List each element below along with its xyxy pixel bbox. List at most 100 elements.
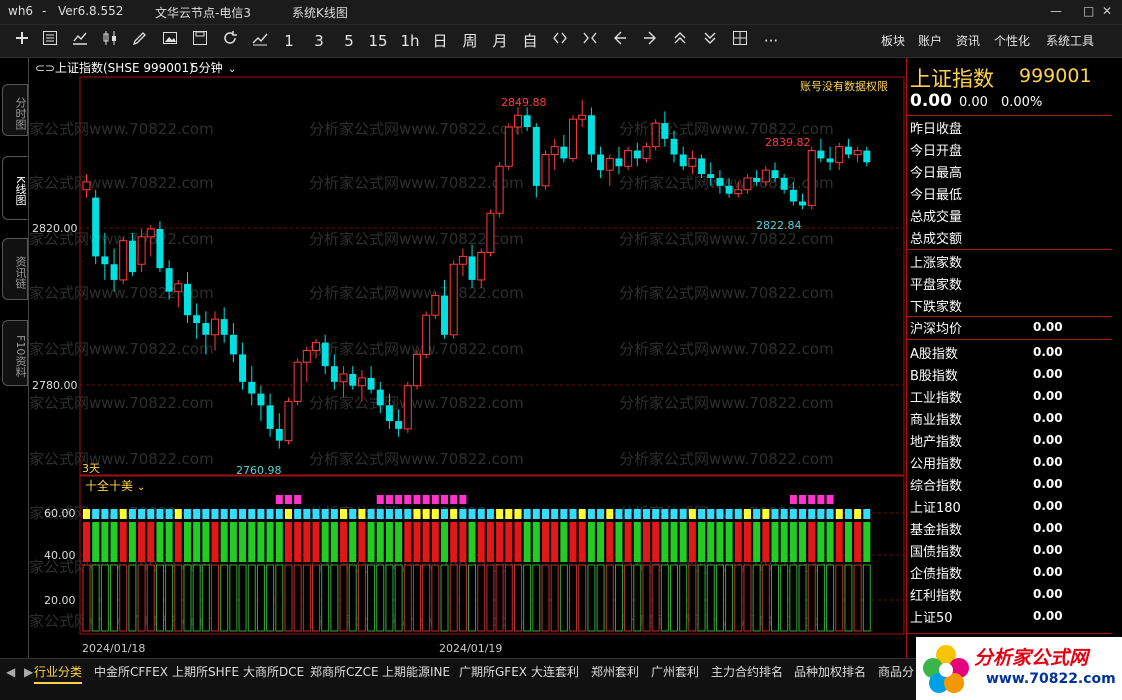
field-open: 今日开盘 <box>910 144 963 159</box>
indicator-bar-top <box>83 509 90 519</box>
indicator-bar-low <box>293 564 302 632</box>
indicator-bar-mid <box>156 522 164 562</box>
indicator-bar-top <box>505 509 513 519</box>
candle <box>330 366 338 382</box>
more-button[interactable]: ··· <box>760 29 782 53</box>
tab-dalian-arb[interactable]: 大连套利 <box>531 662 579 682</box>
indicator-chevron-icon[interactable]: ⌄ <box>137 482 145 493</box>
indicator-bar-top <box>211 509 219 519</box>
period-day[interactable]: 日 <box>430 29 450 53</box>
indicator-bar-magenta <box>294 495 302 504</box>
indicator-bar-low <box>743 564 752 632</box>
period-selector[interactable]: 5分钟 <box>191 60 223 75</box>
line-chart-icon[interactable] <box>70 29 90 53</box>
period-custom[interactable]: 自 <box>520 29 540 53</box>
indicator-bar-low <box>578 564 587 632</box>
tab-ine[interactable]: 上期能源INE <box>382 662 450 682</box>
period-15[interactable]: 15 <box>366 29 390 53</box>
indicator-name[interactable]: 十全十美 <box>85 478 133 493</box>
tab-commodity[interactable]: 商品分 <box>878 662 914 682</box>
indicator-bar-low <box>642 564 651 632</box>
indicator-bar-low <box>394 564 403 632</box>
indicator-bar-top <box>413 509 421 519</box>
index-label: 商业指数 <box>910 413 963 428</box>
minimize-button[interactable]: — <box>1050 4 1062 18</box>
indicator-bar-mid <box>202 522 210 562</box>
candlestick-icon[interactable] <box>100 29 120 53</box>
tab-main-contract-rank[interactable]: 主力合约排名 <box>711 662 783 682</box>
tab-guangzhou-arb[interactable]: 广州套利 <box>651 662 699 682</box>
tab-news-chain[interactable]: 资讯链 <box>2 238 28 300</box>
indicator-bar-top <box>358 509 366 519</box>
tab-czce[interactable]: 郑商所CZCE <box>310 662 379 682</box>
indicator-bar-mid <box>624 522 632 562</box>
indicator-bar-low <box>201 564 210 632</box>
arrow-left-icon[interactable] <box>610 29 630 53</box>
list-icon[interactable] <box>40 29 60 53</box>
menu-personalize[interactable]: 个性化 <box>994 29 1030 53</box>
candle <box>725 185 733 194</box>
indicator-bar-low <box>559 564 568 632</box>
indicator-bar-low <box>477 564 486 632</box>
ind-y-tick-label: 40.00 <box>44 549 76 562</box>
divider <box>907 633 1112 634</box>
menu-account[interactable]: 账户 <box>918 29 942 53</box>
tab-industry[interactable]: 行业分类 <box>34 662 83 684</box>
tab-dce[interactable]: 大商所DCE <box>243 662 304 682</box>
kline-chart[interactable]: 分析家公式网www.70822.com 分析家公式网www.70822.com … <box>0 58 905 658</box>
menu-news[interactable]: 资讯 <box>956 29 980 53</box>
tab-gfex[interactable]: 广期所GFEX <box>459 662 527 682</box>
low2-price-label: 2822.84 <box>756 219 802 232</box>
link-icon[interactable]: ⊂⊃ <box>35 61 55 75</box>
period-1h[interactable]: 1h <box>398 29 422 53</box>
indicator-bar-mid <box>633 522 641 562</box>
chevron-up-icon[interactable] <box>670 29 690 53</box>
candle <box>670 138 678 155</box>
indicator-bar-top <box>239 509 247 519</box>
menu-system-tools[interactable]: 系统工具 <box>1046 29 1094 53</box>
indicator-bar-top <box>743 509 751 519</box>
indicator-bar-low <box>339 564 348 632</box>
maximize-button[interactable]: □ <box>1083 4 1094 18</box>
period-month[interactable]: 月 <box>490 29 510 53</box>
tab-cffex[interactable]: 中金所CFFEX <box>94 662 168 682</box>
menu-sector[interactable]: 板块 <box>881 29 905 53</box>
tab-kline[interactable]: K线图 <box>2 156 28 220</box>
indicator-bar-top <box>183 509 191 519</box>
close-button[interactable]: ✕ <box>1102 4 1112 18</box>
add-icon[interactable] <box>12 29 32 53</box>
candle <box>403 385 412 430</box>
field-prev-close: 昨日收盘 <box>910 122 963 137</box>
tab-f10[interactable]: F10资料 <box>2 320 28 386</box>
indicator-bar-mid <box>468 522 476 562</box>
indicator-bar-low <box>412 564 421 632</box>
period-1[interactable]: 1 <box>280 29 298 53</box>
candle <box>532 127 540 186</box>
trend-icon[interactable] <box>250 29 270 53</box>
image-icon[interactable] <box>160 29 180 53</box>
refresh-icon[interactable] <box>220 29 240 53</box>
period-3[interactable]: 3 <box>310 29 328 53</box>
chart-area[interactable]: 分析家公式网www.70822.com 分析家公式网www.70822.com … <box>0 58 905 658</box>
grid-layout-icon[interactable] <box>730 29 750 53</box>
candle <box>495 165 504 214</box>
period-week[interactable]: 周 <box>460 29 480 53</box>
indicator-bar-top <box>422 509 430 519</box>
scroll-right-icon[interactable]: ▶ <box>24 662 33 682</box>
indicator-bar-top <box>808 509 816 519</box>
zoom-in-icon[interactable] <box>580 29 600 53</box>
chevron-down-icon[interactable] <box>700 29 720 53</box>
tab-shfe[interactable]: 上期所SHFE <box>172 662 239 682</box>
watermark-text: 分析家公式网www.70822.com <box>619 284 834 302</box>
period-5[interactable]: 5 <box>340 29 358 53</box>
indicator-bar-mid <box>229 522 237 562</box>
period-chevron-icon[interactable]: ⌄ <box>228 64 236 75</box>
arrow-right-icon[interactable] <box>640 29 660 53</box>
tab-timeshare[interactable]: 分时图 <box>2 84 28 136</box>
save-icon[interactable] <box>190 29 210 53</box>
tab-zhengzhou-arb[interactable]: 郑州套利 <box>591 662 639 682</box>
tab-weighted-rank[interactable]: 品种加权排名 <box>794 662 866 682</box>
scroll-left-icon[interactable]: ◀ <box>6 662 15 682</box>
zoom-out-icon[interactable] <box>550 29 570 53</box>
draw-tool-icon[interactable] <box>130 29 150 53</box>
